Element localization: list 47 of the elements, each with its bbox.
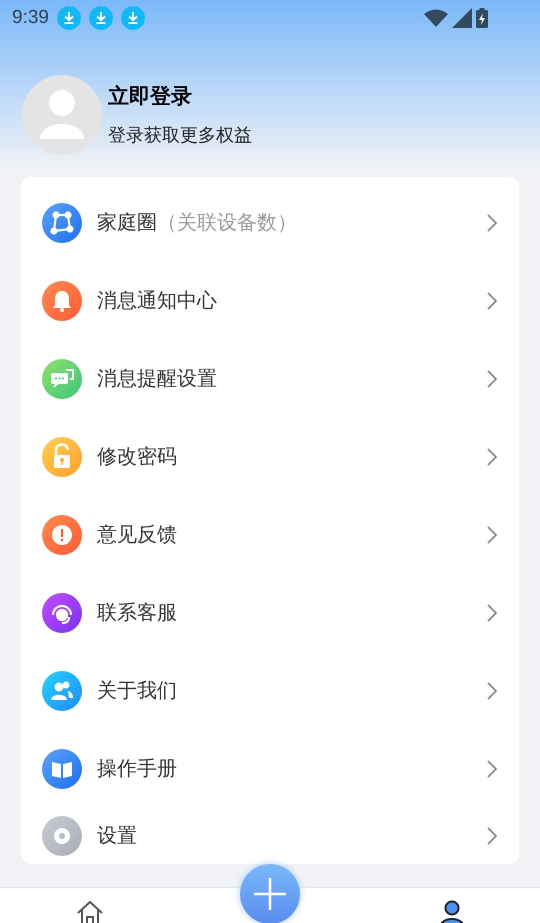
menu-item[interactable]: 意见反馈 [21, 496, 519, 574]
menu-note: （关联设备数） [157, 211, 297, 236]
menu-label: 家庭圈 [97, 211, 157, 236]
menu-label: 消息通知中心 [97, 289, 217, 314]
chevron-right-icon [487, 370, 497, 388]
menu-item[interactable]: 消息通知中心 [21, 262, 519, 340]
menu-item[interactable]: 联系客服 [21, 574, 519, 652]
menu-item[interactable]: 关于我们 [21, 652, 519, 730]
menu-label: 消息提醒设置 [97, 367, 217, 392]
menu-item[interactable]: 修改密码 [21, 418, 519, 496]
plus-icon [252, 876, 288, 912]
login-title[interactable]: 立即登录 [108, 80, 252, 112]
alert-icon [42, 515, 82, 555]
chevron-right-icon [487, 292, 497, 310]
chevron-right-icon [487, 682, 497, 700]
download-icon [120, 6, 145, 30]
menu-label: 关于我们 [97, 679, 177, 704]
chevron-right-icon [487, 214, 497, 232]
add-button[interactable] [240, 864, 300, 923]
menu-label: 设置 [97, 824, 137, 849]
home-icon[interactable] [75, 900, 105, 923]
download-icon [88, 6, 113, 30]
download-icon [56, 6, 81, 30]
wifi-icon [424, 9, 448, 27]
bell-icon [42, 281, 82, 321]
menu-label: 操作手册 [97, 757, 177, 782]
menu-label: 联系客服 [97, 601, 177, 626]
menu-item[interactable]: 设置 [21, 808, 519, 864]
menu-item[interactable]: 操作手册 [21, 730, 519, 808]
chevron-right-icon [487, 827, 497, 845]
login-subtitle: 登录获取更多权益 [108, 124, 252, 148]
status-time: 9:39 [12, 6, 49, 30]
menu-label: 修改密码 [97, 445, 177, 470]
signal-icon [452, 8, 472, 28]
menu-label: 意见反馈 [97, 523, 177, 548]
menu-item[interactable]: 家庭圈（关联设备数） [21, 184, 519, 262]
users-icon [42, 671, 82, 711]
battery-icon [476, 8, 488, 28]
headset-icon [42, 593, 82, 633]
menu-item[interactable]: 消息提醒设置 [21, 340, 519, 418]
chat-icon [42, 359, 82, 399]
lock-icon [42, 437, 82, 477]
chevron-right-icon [487, 604, 497, 622]
chevron-right-icon [487, 448, 497, 466]
chevron-right-icon [487, 526, 497, 544]
chevron-right-icon [487, 760, 497, 778]
book-icon [42, 749, 82, 789]
